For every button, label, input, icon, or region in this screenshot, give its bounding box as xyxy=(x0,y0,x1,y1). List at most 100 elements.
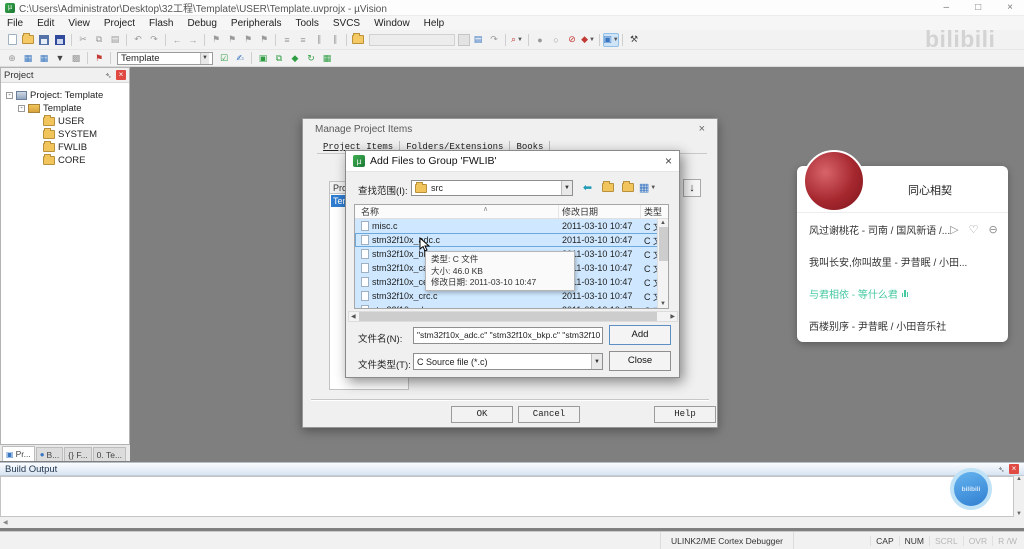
tab-project[interactable]: ▣Pr... xyxy=(2,446,35,461)
column-name[interactable]: 名称 xyxy=(355,205,559,218)
target-select[interactable]: Template ▼ xyxy=(117,52,213,65)
expander-icon[interactable]: - xyxy=(18,105,25,112)
scroll-up-icon[interactable]: ▲ xyxy=(660,220,666,226)
breakpoint-kill-icon[interactable]: ⊘ xyxy=(564,33,580,47)
back-icon[interactable]: ⬅ xyxy=(579,180,596,195)
scroll-thumb[interactable] xyxy=(659,227,668,261)
wrench-icon[interactable]: ⚒ xyxy=(626,33,642,47)
pack-installer-icon[interactable]: ▦ xyxy=(319,51,335,65)
chevron-down-icon[interactable]: ▼ xyxy=(591,354,602,369)
bookmark-clear-icon[interactable]: ⚑ xyxy=(256,33,272,47)
download-icon[interactable]: ⚑ xyxy=(91,51,107,65)
new-file-icon[interactable] xyxy=(4,33,20,47)
album-avatar[interactable] xyxy=(803,150,865,212)
ok-button[interactable]: OK xyxy=(451,406,513,423)
pack-update-icon[interactable]: ↻ xyxy=(303,51,319,65)
expander-icon[interactable]: - xyxy=(6,92,13,99)
column-type[interactable]: 类型 xyxy=(641,205,668,218)
comment-icon[interactable]: ∥ xyxy=(311,33,327,47)
column-date[interactable]: 修改日期 xyxy=(559,205,641,218)
move-down-button[interactable]: ↓ xyxy=(683,179,701,197)
build-output-vertical-scrollbar[interactable]: ▲ ▼ xyxy=(1014,476,1024,517)
manage-close-icon[interactable]: × xyxy=(699,123,705,135)
menu-flash[interactable]: Flash xyxy=(142,18,180,29)
open-folder-icon[interactable] xyxy=(20,33,36,47)
add-dialog-close-icon[interactable]: × xyxy=(665,154,672,168)
tree-item-fwlib[interactable]: FWLIB xyxy=(1,141,129,154)
outdent-icon[interactable]: ≡ xyxy=(279,33,295,47)
file-name-input[interactable]: "stm32f10x_adc.c" "stm32f10x_bkp.c" "stm… xyxy=(413,327,603,344)
rebuild-icon[interactable]: ▦ xyxy=(36,51,52,65)
breakpoint-enable-icon[interactable]: ○ xyxy=(548,33,564,47)
save-icon[interactable] xyxy=(36,33,52,47)
new-folder-icon[interactable] xyxy=(619,180,636,195)
uncomment-icon[interactable]: ∥ xyxy=(327,33,343,47)
bookmark-prev-icon[interactable]: ⚑ xyxy=(224,33,240,47)
find-in-files-icon[interactable]: ▤ xyxy=(470,33,486,47)
copy-icon[interactable]: ⧉ xyxy=(91,33,107,47)
scroll-right-icon[interactable]: ▶ xyxy=(668,313,677,320)
chevron-down-icon[interactable]: ▼ xyxy=(200,53,209,64)
breakpoint-stop-icon[interactable]: ◆▼ xyxy=(580,33,596,47)
stop-build-icon[interactable]: ▩ xyxy=(68,51,84,65)
build-icon[interactable]: ▦ xyxy=(20,51,36,65)
breakpoint-icon[interactable]: ● xyxy=(532,33,548,47)
window-layout-icon[interactable]: ▣▼ xyxy=(603,33,619,47)
file-row[interactable]: misc.c 2011-03-10 10:47 C 文 xyxy=(355,219,668,233)
redo-icon[interactable]: ↷ xyxy=(146,33,162,47)
menu-window[interactable]: Window xyxy=(367,18,417,29)
scroll-down-icon[interactable]: ▼ xyxy=(660,301,666,307)
song-row-playing[interactable]: 与君相依 - 等什么君 xyxy=(797,277,1008,309)
menu-svcs[interactable]: SVCS xyxy=(326,18,367,29)
up-one-level-icon[interactable] xyxy=(599,180,616,195)
add-button[interactable]: Add xyxy=(609,325,671,345)
tab-functions[interactable]: {} F... xyxy=(64,447,91,461)
pin-icon[interactable]: ➴ xyxy=(998,465,1006,474)
heart-icon[interactable]: ♡ xyxy=(969,223,979,236)
file-row-partial[interactable]: stm32f10x_dac.c 2011-03-10 10:47 C 文 xyxy=(355,303,668,309)
look-in-select[interactable]: src ▼ xyxy=(411,180,573,196)
chevron-down-icon[interactable]: ▼ xyxy=(561,181,572,195)
play-icon[interactable]: ▷ xyxy=(950,223,958,236)
menu-project[interactable]: Project xyxy=(97,18,142,29)
panel-close-icon[interactable]: × xyxy=(1009,464,1019,474)
indent-icon[interactable]: ≡ xyxy=(295,33,311,47)
panel-close-icon[interactable]: × xyxy=(116,70,126,80)
menu-edit[interactable]: Edit xyxy=(30,18,61,29)
translate-icon[interactable]: ⊕ xyxy=(4,51,20,65)
menu-view[interactable]: View xyxy=(61,18,97,29)
song-row[interactable]: 西楼别序 - 尹昔眠 / 小田音乐社 xyxy=(797,309,1008,341)
cancel-button[interactable]: Cancel xyxy=(518,406,580,423)
configure-target-icon[interactable]: ✍ xyxy=(232,51,248,65)
menu-peripherals[interactable]: Peripherals xyxy=(224,18,289,29)
target-options-checkbox-icon[interactable]: ☑ xyxy=(216,51,232,65)
build-output-horizontal-scrollbar[interactable]: ◀ xyxy=(0,517,1024,528)
find-button[interactable] xyxy=(458,34,470,46)
save-all-icon[interactable] xyxy=(52,33,68,47)
navigate-forward-icon[interactable]: → xyxy=(185,33,201,47)
copy-pack-icon[interactable]: ⧉ xyxy=(271,51,287,65)
file-row-focused[interactable]: stm32f10x_adc.c 2011-03-10 10:47 C 文 xyxy=(355,233,668,247)
file-row[interactable]: stm32f10x_crc.c 2011-03-10 10:47 C 文 xyxy=(355,289,668,303)
pin-icon[interactable]: ➴ xyxy=(105,71,113,80)
scroll-left-icon[interactable]: ◀ xyxy=(349,313,358,320)
tree-item-project-root[interactable]: - Project: Template xyxy=(1,89,129,102)
manage-rte-icon[interactable]: ▣ xyxy=(255,51,271,65)
navigate-back-icon[interactable]: ← xyxy=(169,33,185,47)
menu-file[interactable]: File xyxy=(0,18,30,29)
debug-magnifier-icon[interactable]: ⌕▼ xyxy=(509,33,525,47)
scroll-thumb[interactable] xyxy=(359,312,657,321)
file-type-select[interactable]: C Source file (*.c) ▼ xyxy=(413,353,603,370)
tree-item-system[interactable]: SYSTEM xyxy=(1,128,129,141)
menu-help[interactable]: Help xyxy=(417,18,452,29)
build-output-content[interactable] xyxy=(0,476,1014,517)
scroll-left-icon[interactable]: ◀ xyxy=(3,519,8,526)
tab-templates[interactable]: 0. Te... xyxy=(93,447,126,461)
close-button[interactable]: × xyxy=(1007,2,1013,13)
song-row[interactable]: 我叫长安,你叫故里 - 尹昔眠 / 小田... xyxy=(797,245,1008,277)
view-menu-icon[interactable]: ▦▼ xyxy=(639,180,656,195)
tree-item-core[interactable]: CORE xyxy=(1,154,129,167)
cut-icon[interactable]: ✂ xyxy=(75,33,91,47)
undo-icon[interactable]: ↶ xyxy=(130,33,146,47)
file-list-vertical-scrollbar[interactable]: ▲ ▼ xyxy=(657,219,668,308)
